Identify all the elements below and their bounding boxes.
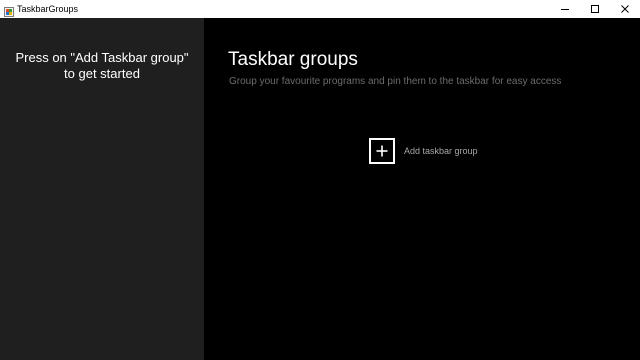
minimize-icon	[561, 9, 569, 10]
plus-icon	[376, 145, 388, 157]
title-bar[interactable]: TaskbarGroups	[0, 0, 640, 18]
sidebar-hint-text: Press on "Add Taskbar group" to get star…	[15, 50, 189, 81]
page-title: Taskbar groups	[228, 49, 358, 70]
sidebar: Press on "Add Taskbar group" to get star…	[0, 18, 204, 360]
close-button[interactable]	[610, 0, 640, 18]
taskbar-groups-app-icon	[4, 4, 14, 17]
minimize-button[interactable]	[550, 0, 580, 18]
window-controls	[550, 0, 640, 18]
maximize-button[interactable]	[580, 0, 610, 18]
add-box[interactable]	[369, 138, 395, 164]
page-subtitle: Group your favourite programs and pin th…	[229, 76, 562, 87]
close-icon	[621, 5, 629, 13]
add-taskbar-group-button[interactable]: Add taskbar group	[369, 138, 478, 164]
app-window: TaskbarGroups Press on "Add Taskbar grou…	[0, 0, 640, 360]
window-title: TaskbarGroups	[17, 4, 79, 14]
maximize-icon	[591, 5, 599, 13]
main-panel: Taskbar groups Group your favourite prog…	[204, 18, 640, 360]
add-taskbar-group-label[interactable]: Add taskbar group	[404, 145, 478, 157]
